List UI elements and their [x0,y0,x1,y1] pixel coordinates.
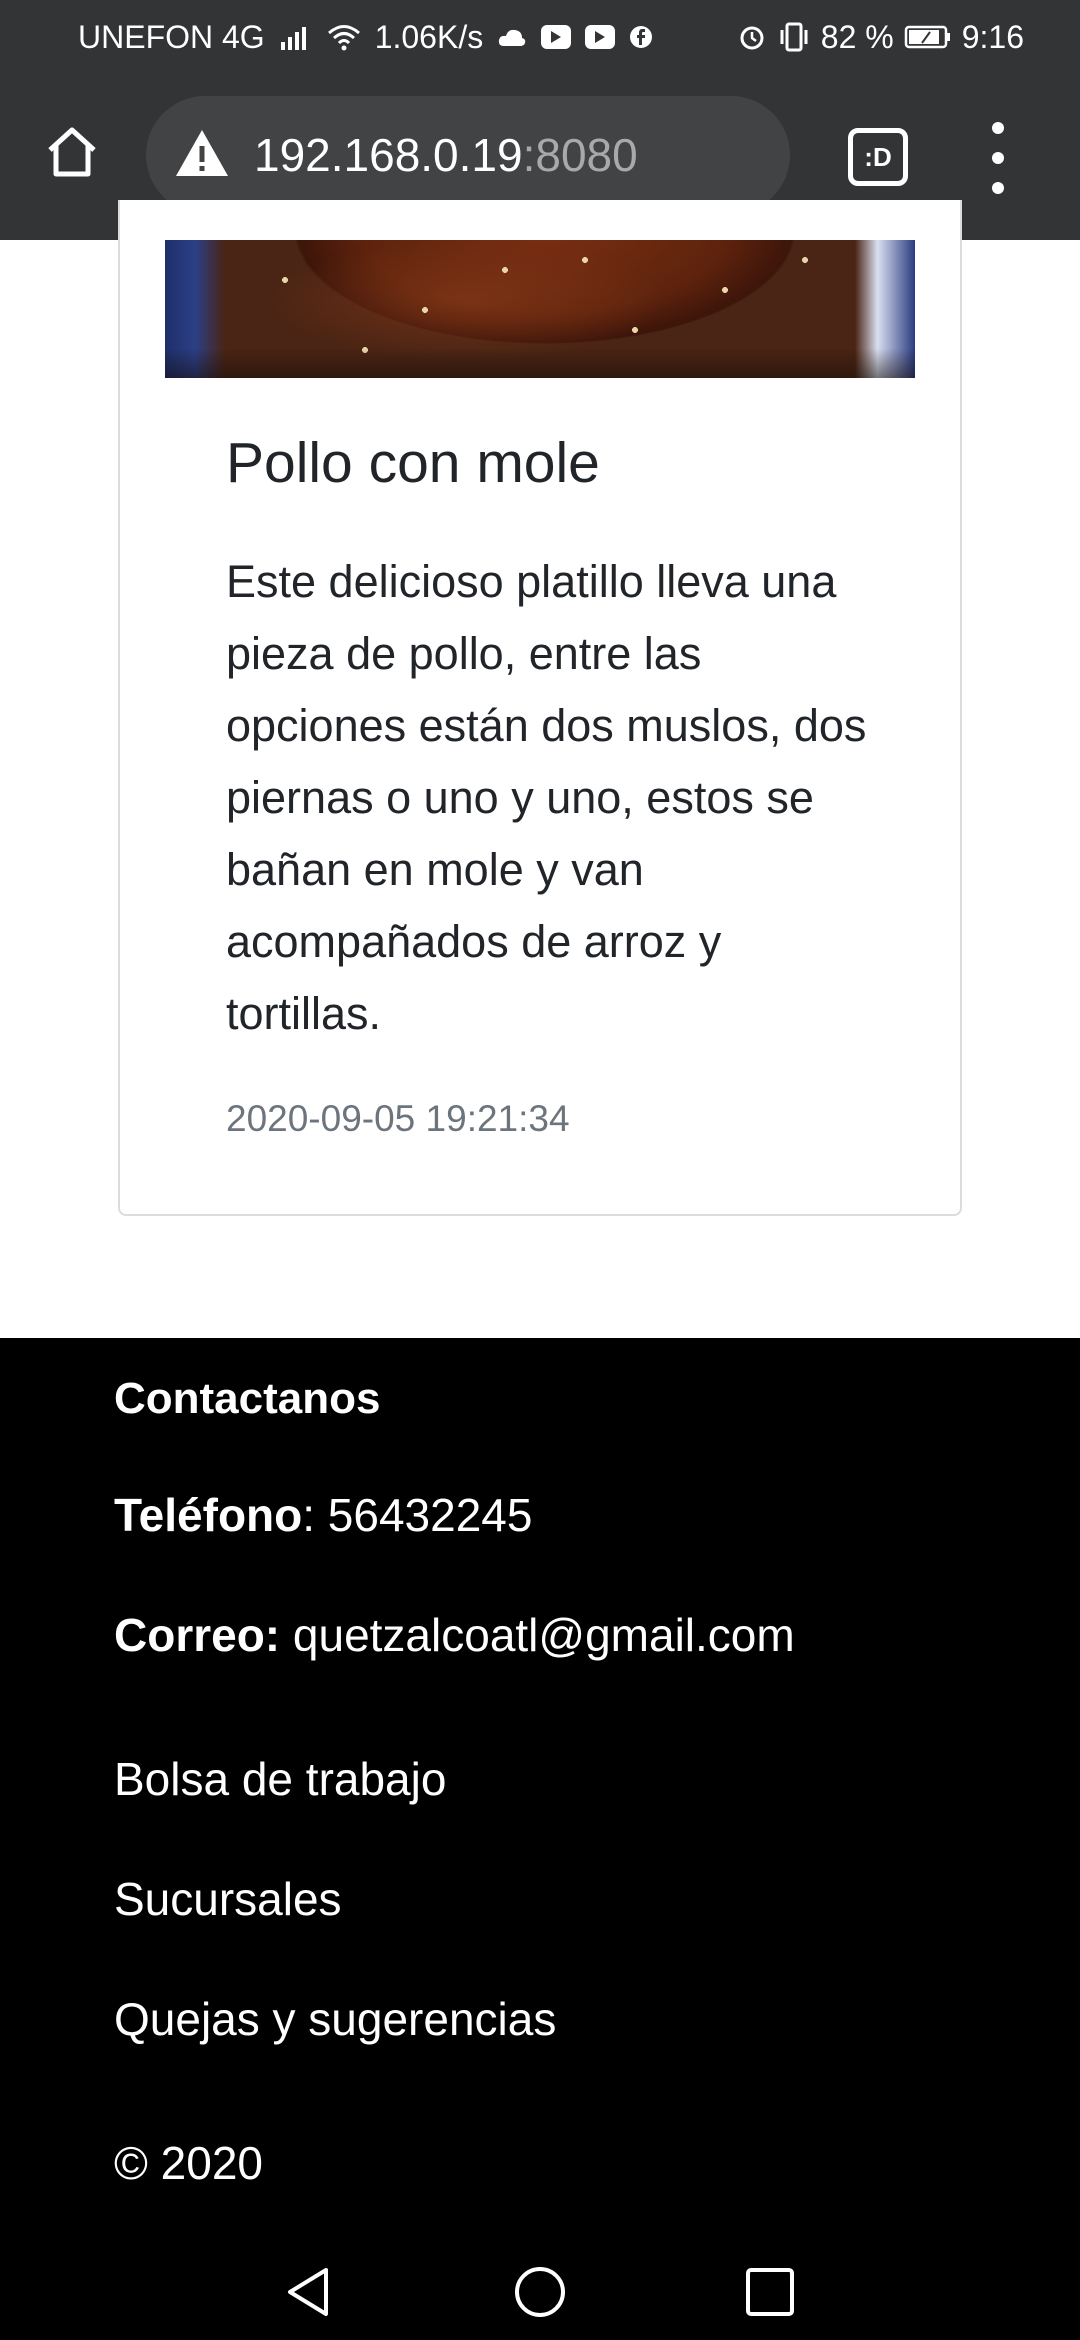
warning-icon[interactable] [174,126,230,182]
phone-label: Teléfono [114,1489,303,1541]
recents-button[interactable] [738,2260,802,2324]
menu-dot [992,152,1004,164]
square-recents-icon [746,2268,794,2316]
footer-email: Correo: quetzalcoatl@gmail.com [114,1608,795,1662]
overflow-menu-button[interactable] [976,118,1020,198]
tabs-button[interactable]: :D [848,128,908,186]
dish-date: 2020-09-05 19:21:34 [226,1098,570,1139]
battery-percent: 82 % [820,18,894,55]
url-host: 192.168.0.19 [254,129,523,181]
email-value: quetzalcoatl@gmail.com [280,1609,795,1661]
dish-description: Este delicioso platillo lleva una pieza … [226,556,867,1039]
phone-value: : 56432245 [302,1489,533,1541]
system-nav-bar [0,2240,1080,2340]
back-button[interactable] [276,2260,340,2324]
home-nav-button[interactable] [508,2260,572,2324]
dish-title: Pollo con mole [226,431,600,495]
home-icon [48,127,96,177]
footer-link-bolsa[interactable]: Bolsa de trabajo [114,1752,446,1806]
battery-icon [904,24,952,50]
status-left: UNEFON 4G 1.06K/s [78,0,653,74]
clock: 9:16 [961,18,1024,55]
carrier-label: UNEFON 4G [78,18,265,55]
footer-phone: Teléfono: 56432245 [114,1488,532,1542]
dish-image [165,240,915,378]
cloud-icon [497,26,527,48]
home-button[interactable] [36,116,108,188]
footer-heading: Contactanos [114,1374,381,1423]
url-port: :8080 [522,129,638,181]
status-bar: UNEFON 4G 1.06K/s 82 % 9:16 [0,0,1080,74]
footer-copyright: © 2020 [114,2137,264,2189]
footer: Contactanos Teléfono: 56432245 Correo: q… [0,1338,1080,2340]
vibrate-icon [777,22,811,52]
alarm-icon [737,22,767,52]
menu-dot [992,122,1004,134]
youtube-icon [541,25,572,49]
footer-link-sucursales[interactable]: Sucursales [114,1872,342,1926]
signal-icon [279,24,313,50]
circle-home-icon [515,2267,565,2317]
menu-dot [992,182,1004,194]
facebook-icon [629,25,653,49]
youtube-icon-2 [585,25,616,49]
address-bar[interactable]: 192.168.0.19:8080 [146,96,790,214]
email-label: Correo: [114,1609,281,1661]
back-icon [288,2268,328,2316]
status-right: 82 % 9:16 [737,0,1024,74]
network-speed: 1.06K/s [374,18,484,55]
wifi-icon [327,23,361,51]
footer-link-quejas[interactable]: Quejas y sugerencias [114,1992,556,2046]
url-text[interactable]: 192.168.0.19:8080 [254,96,638,214]
